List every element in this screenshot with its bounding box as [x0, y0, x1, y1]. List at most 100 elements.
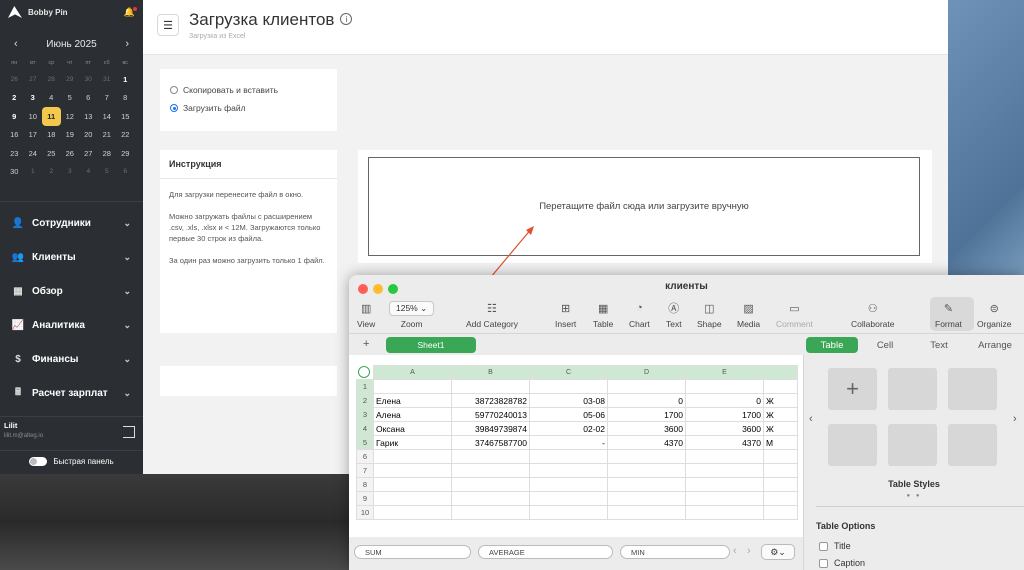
- column-header[interactable]: B: [451, 365, 530, 380]
- calendar-day[interactable]: 31: [98, 70, 117, 89]
- add-category-button[interactable]: ☷ Add Category: [466, 300, 518, 330]
- calendar-day[interactable]: 28: [42, 70, 61, 89]
- column-header[interactable]: E: [685, 365, 764, 380]
- zoom-select[interactable]: 125% ⌄: [389, 300, 435, 316]
- calendar-day[interactable]: 2: [42, 163, 61, 182]
- table-cell[interactable]: [763, 379, 798, 394]
- calendar-day[interactable]: 11: [42, 107, 61, 126]
- organize-button[interactable]: ⊜ Organize: [977, 300, 1012, 330]
- calendar-day[interactable]: 26: [61, 144, 80, 163]
- column-header[interactable]: [763, 365, 798, 380]
- table-cell[interactable]: Алена: [373, 407, 452, 422]
- table-cell[interactable]: Елена: [373, 393, 452, 408]
- view-button[interactable]: ▥ View: [357, 300, 375, 330]
- function-prev-icon[interactable]: ‹: [733, 545, 737, 557]
- table-cell[interactable]: 03-08: [529, 393, 608, 408]
- sidebar-item-2[interactable]: ▦ Обзор ⌄: [0, 274, 143, 308]
- table-cell[interactable]: [685, 491, 764, 506]
- info-icon[interactable]: i: [340, 13, 353, 25]
- calendar-day[interactable]: 8: [116, 89, 135, 108]
- shape-button[interactable]: ◫ Shape: [697, 300, 722, 330]
- table-cell[interactable]: Ж: [763, 407, 798, 422]
- calendar-day[interactable]: 7: [98, 89, 117, 108]
- table-cell[interactable]: Оксана: [373, 421, 452, 436]
- calendar-day[interactable]: 30: [5, 163, 24, 182]
- text-button[interactable]: Ⓐ Text: [666, 300, 682, 329]
- title-option[interactable]: Title: [819, 541, 851, 551]
- calendar-day[interactable]: 3: [61, 163, 80, 182]
- row-header[interactable]: 1: [356, 379, 374, 394]
- calendar-day[interactable]: 26: [5, 70, 24, 89]
- comment-button[interactable]: ▭ Comment: [776, 300, 813, 330]
- table-cell[interactable]: 38723828782: [451, 393, 530, 408]
- table-cell[interactable]: [529, 477, 608, 492]
- table-style-swatch[interactable]: [948, 368, 997, 410]
- table-cell[interactable]: 0: [607, 393, 686, 408]
- row-header[interactable]: 5: [356, 435, 374, 450]
- calendar-day[interactable]: 29: [116, 144, 135, 163]
- table-cell[interactable]: 39849739874: [451, 421, 530, 436]
- table-cell[interactable]: [529, 505, 608, 520]
- row-header[interactable]: 10: [356, 505, 374, 520]
- logout-icon[interactable]: [123, 426, 135, 438]
- calendar-day[interactable]: 29: [61, 70, 80, 89]
- caption-checkbox[interactable]: [819, 558, 828, 568]
- table-cell[interactable]: Ж: [763, 393, 798, 408]
- table-cell[interactable]: [529, 379, 608, 394]
- calendar-day[interactable]: 20: [79, 126, 98, 145]
- file-drop-zone[interactable]: Перетащите файл сюда или загрузите вручн…: [368, 157, 920, 256]
- calendar-day[interactable]: 3: [24, 89, 43, 108]
- row-header[interactable]: 8: [356, 477, 374, 492]
- table-cell[interactable]: [607, 505, 686, 520]
- table-cell[interactable]: [529, 491, 608, 506]
- table-cell[interactable]: Гарик: [373, 435, 452, 450]
- row-header[interactable]: 7: [356, 463, 374, 478]
- calendar-day[interactable]: 12: [61, 107, 80, 126]
- table-cell[interactable]: 1700: [607, 407, 686, 422]
- table-cell[interactable]: [529, 449, 608, 464]
- caption-option[interactable]: Caption: [819, 558, 865, 568]
- calendar-day[interactable]: 9: [5, 107, 24, 126]
- table-cell[interactable]: [373, 463, 452, 478]
- function-average-button[interactable]: AVERAGE: [478, 545, 613, 559]
- calendar-day[interactable]: 6: [116, 163, 135, 182]
- calendar-day[interactable]: 24: [24, 144, 43, 163]
- table-cell[interactable]: [685, 477, 764, 492]
- table-cell[interactable]: [685, 463, 764, 478]
- table-cell[interactable]: [763, 449, 798, 464]
- table-button[interactable]: ▦ Table: [593, 300, 613, 330]
- calendar-prev-icon[interactable]: ‹: [14, 38, 18, 50]
- table-cell[interactable]: [451, 491, 530, 506]
- calendar-day[interactable]: 6: [79, 89, 98, 108]
- table-cell[interactable]: [607, 477, 686, 492]
- chart-button[interactable]: ◔ Chart: [629, 300, 650, 329]
- table-cell[interactable]: [373, 449, 452, 464]
- sidebar-item-4[interactable]: $ Финансы ⌄: [0, 342, 143, 376]
- calendar-day[interactable]: 27: [24, 70, 43, 89]
- table-cell[interactable]: [451, 449, 530, 464]
- calendar-next-icon[interactable]: ›: [125, 38, 129, 50]
- function-min-button[interactable]: MIN: [620, 545, 730, 559]
- table-cell[interactable]: Ж: [763, 421, 798, 436]
- table-cell[interactable]: 4370: [607, 435, 686, 450]
- row-header[interactable]: 4: [356, 421, 374, 436]
- title-checkbox[interactable]: [819, 541, 828, 551]
- table-cell[interactable]: 1700: [685, 407, 764, 422]
- calendar-day[interactable]: 30: [79, 70, 98, 89]
- table-cell[interactable]: М: [763, 435, 798, 450]
- table-cell[interactable]: [607, 449, 686, 464]
- table-cell[interactable]: 3600: [685, 421, 764, 436]
- calendar-day[interactable]: 4: [42, 89, 61, 108]
- table-cell[interactable]: [607, 379, 686, 394]
- calendar-day[interactable]: 10: [24, 107, 43, 126]
- calendar-day[interactable]: 15: [116, 107, 135, 126]
- calendar-day[interactable]: 2: [5, 89, 24, 108]
- row-header[interactable]: 2: [356, 393, 374, 408]
- table-cell[interactable]: [373, 491, 452, 506]
- add-sheet-icon[interactable]: +: [363, 338, 369, 350]
- function-next-icon[interactable]: ›: [747, 545, 751, 557]
- column-header[interactable]: A: [373, 365, 452, 380]
- column-header[interactable]: C: [529, 365, 608, 380]
- notification-bell-icon[interactable]: 🔔: [124, 6, 138, 18]
- radio-copy-paste[interactable]: [170, 86, 178, 94]
